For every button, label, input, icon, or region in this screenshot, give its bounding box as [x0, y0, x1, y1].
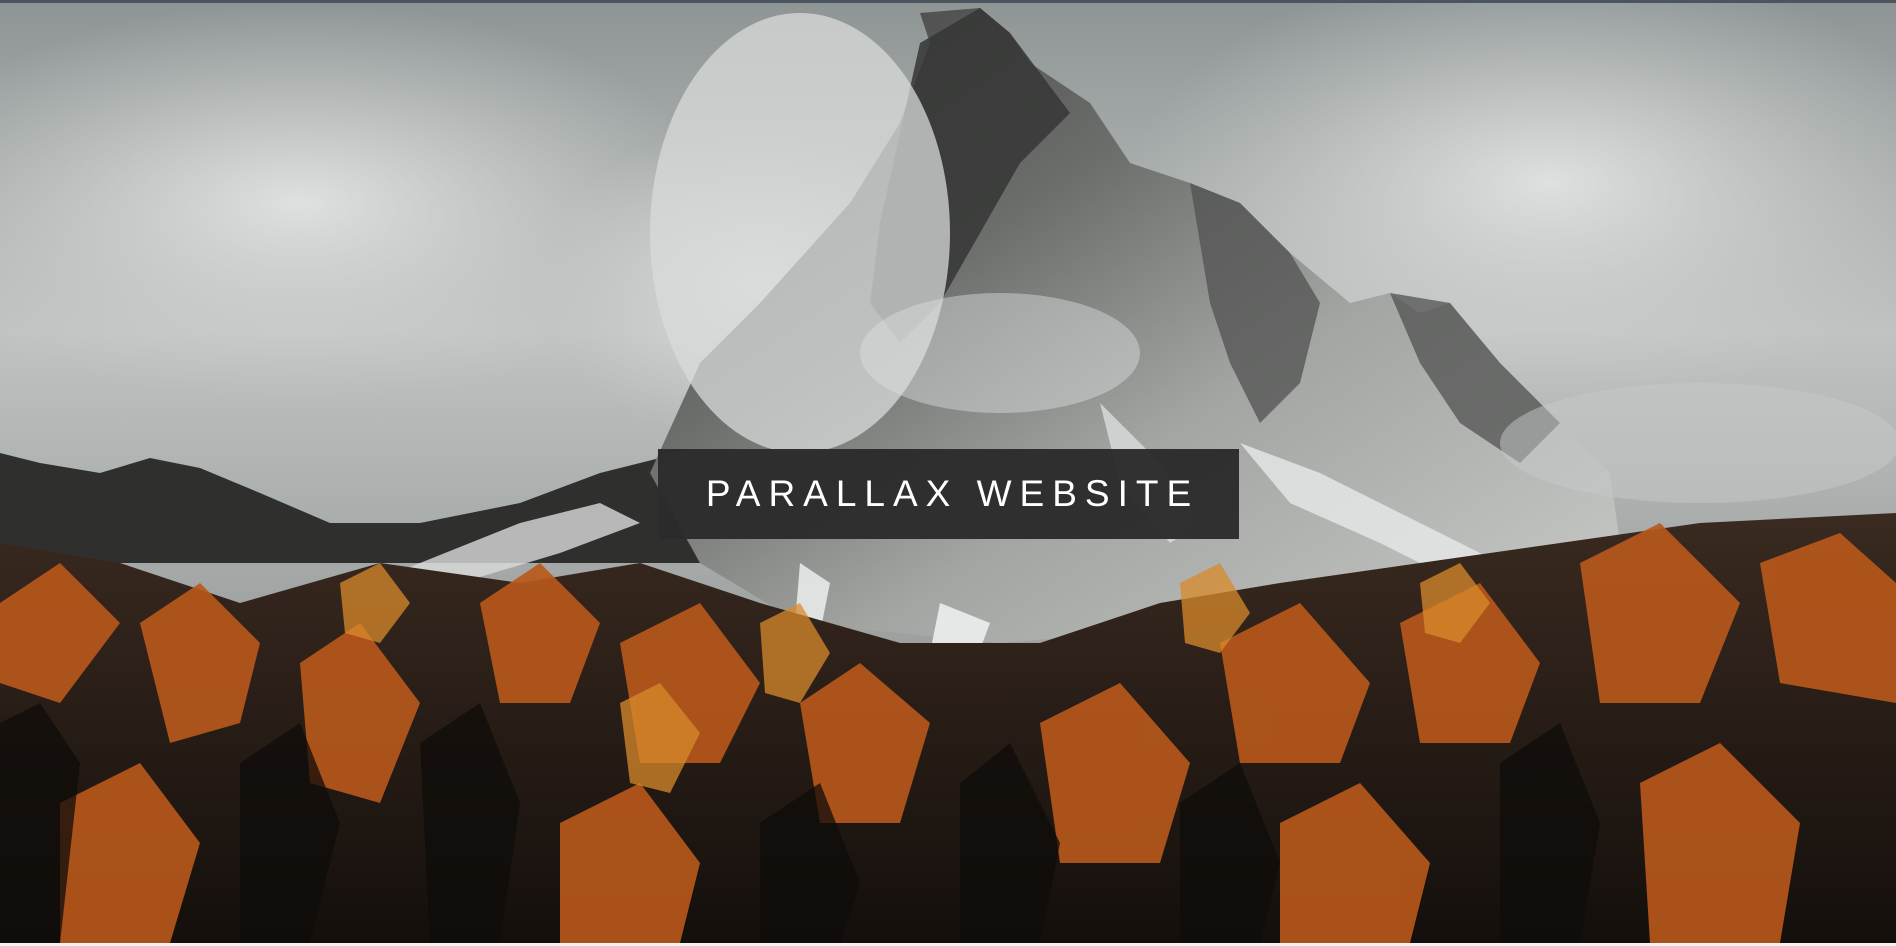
parallax-hero: PARALLAX WEBSITE — [0, 3, 1896, 943]
top-border — [0, 0, 1896, 3]
hero-title: PARALLAX WEBSITE — [705, 473, 1200, 514]
title-box: PARALLAX WEBSITE — [658, 449, 1239, 539]
page: PARALLAX WEBSITE — [0, 0, 1896, 946]
